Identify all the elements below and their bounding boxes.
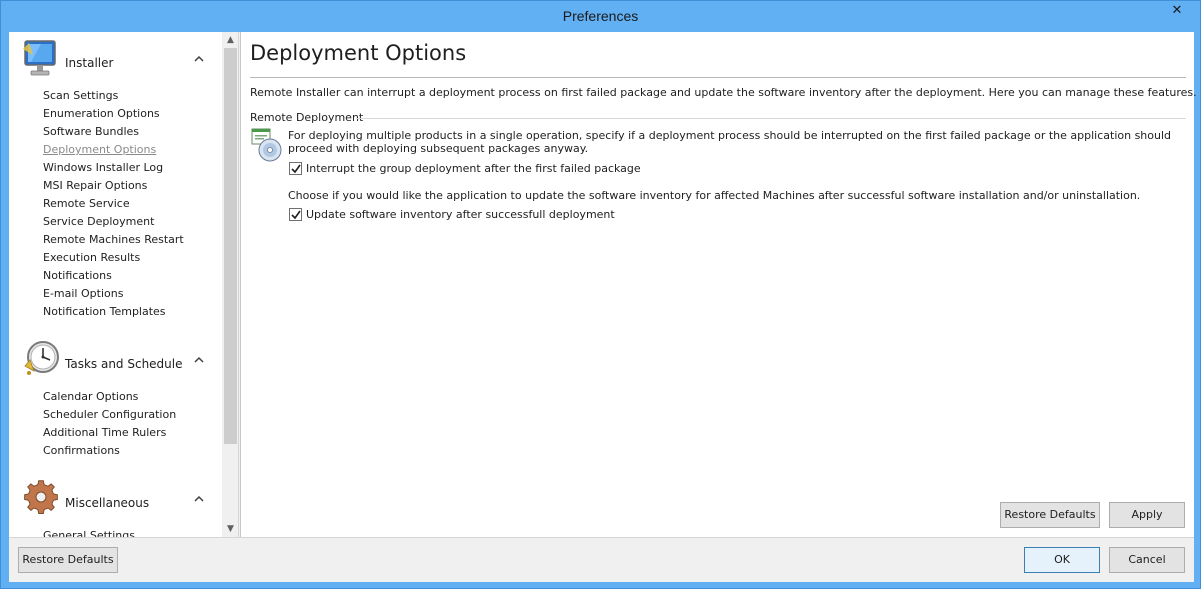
page-title: Deployment Options	[250, 41, 467, 65]
client-area: Installer Scan Settings Enumeration Opti…	[9, 32, 1197, 582]
ok-button[interactable]: OK	[1024, 547, 1100, 573]
group-title-tasks: Tasks and Schedule	[65, 357, 183, 371]
title-divider	[250, 77, 1186, 78]
nav-item-windows-installer-log[interactable]: Windows Installer Log	[43, 161, 163, 174]
software-deploy-icon	[251, 128, 282, 162]
monitor-icon	[23, 40, 56, 76]
nav-item-notification-templates[interactable]: Notification Templates	[43, 305, 166, 318]
clock-icon	[24, 341, 59, 375]
nav-item-deployment-options[interactable]: Deployment Options	[43, 143, 156, 156]
nav-scrollbar[interactable]: ▲ ▼	[222, 32, 238, 537]
intro-text: Remote Installer can interrupt a deploym…	[250, 86, 1197, 99]
interrupt-description: For deploying multiple products in a sin…	[288, 129, 1172, 155]
chevron-up-icon[interactable]	[191, 352, 207, 368]
group-title-installer: Installer	[65, 56, 114, 70]
nav-item-scan-settings[interactable]: Scan Settings	[43, 89, 118, 102]
scroll-down-icon[interactable]: ▼	[222, 521, 238, 537]
nav-item-service-deployment[interactable]: Service Deployment	[43, 215, 154, 228]
nav-item-msi-repair-options[interactable]: MSI Repair Options	[43, 179, 147, 192]
inventory-checkbox[interactable]	[289, 208, 302, 221]
preferences-window: Preferences ✕ Installer Scan Settings En…	[0, 0, 1201, 589]
main-panel: Deployment Options Remote Installer can …	[240, 32, 1197, 537]
scroll-thumb[interactable]	[224, 48, 237, 444]
checkmark-icon	[291, 164, 301, 174]
nav-item-general-settings[interactable]: General Settings	[43, 529, 135, 537]
nav-item-remote-machines-restart[interactable]: Remote Machines Restart	[43, 233, 184, 246]
nav-item-remote-service[interactable]: Remote Service	[43, 197, 130, 210]
inventory-description: Choose if you would like the application…	[288, 189, 1141, 202]
nav-item-additional-time-rulers[interactable]: Additional Time Rulers	[43, 426, 166, 439]
group-header-tasks[interactable]: Tasks and Schedule	[21, 338, 221, 382]
window-title: Preferences	[562, 8, 639, 24]
scroll-up-icon[interactable]: ▲	[222, 32, 238, 48]
panel-restore-defaults-button[interactable]: Restore Defaults	[1000, 502, 1100, 528]
gear-icon	[24, 480, 58, 514]
checkmark-icon	[291, 210, 301, 220]
nav-item-scheduler-configuration[interactable]: Scheduler Configuration	[43, 408, 176, 421]
nav-item-confirmations[interactable]: Confirmations	[43, 444, 120, 457]
footer-divider	[9, 537, 1194, 538]
interrupt-checkbox[interactable]	[289, 162, 302, 175]
cancel-button[interactable]: Cancel	[1109, 547, 1185, 573]
close-icon[interactable]: ✕	[1160, 2, 1194, 22]
nav-item-enumeration-options[interactable]: Enumeration Options	[43, 107, 160, 120]
inventory-checkbox-label[interactable]: Update software inventory after successf…	[306, 208, 615, 221]
group-title-misc: Miscellaneous	[65, 496, 150, 510]
nav-item-calendar-options[interactable]: Calendar Options	[43, 390, 138, 403]
interrupt-checkbox-label[interactable]: Interrupt the group deployment after the…	[306, 162, 641, 175]
preferences-nav: Installer Scan Settings Enumeration Opti…	[9, 32, 239, 537]
section-label: Remote Deployment	[250, 111, 364, 124]
nav-item-execution-results[interactable]: Execution Results	[43, 251, 140, 264]
nav-item-email-options[interactable]: E-mail Options	[43, 287, 123, 300]
nav-item-software-bundles[interactable]: Software Bundles	[43, 125, 139, 138]
apply-button[interactable]: Apply	[1109, 502, 1185, 528]
restore-defaults-button[interactable]: Restore Defaults	[18, 547, 118, 573]
chevron-up-icon[interactable]	[191, 491, 207, 507]
chevron-up-icon[interactable]	[191, 51, 207, 67]
section-divider	[356, 118, 1186, 119]
group-header-misc[interactable]: Miscellaneous	[21, 477, 221, 521]
group-header-installer[interactable]: Installer	[21, 37, 221, 81]
nav-item-notifications[interactable]: Notifications	[43, 269, 112, 282]
